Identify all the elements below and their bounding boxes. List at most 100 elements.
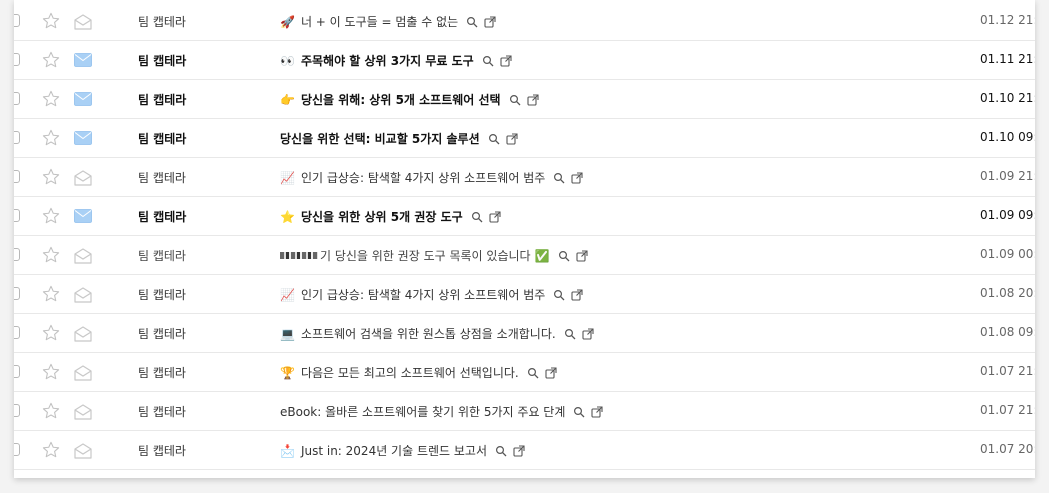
open-in-new-window-icon[interactable] <box>571 171 583 184</box>
email-row[interactable]: 팀 캡테라 📈 인기 급상승: 탐색할 4가지 상위 소프트웨어 범주 01.09 … <box>14 158 1035 197</box>
star-icon[interactable] <box>41 89 61 109</box>
email-list: 팀 캡테라 🚀 너 + 이 도구들 = 멈출 수 없는 01.12 21:57 팀 … <box>14 0 1035 478</box>
search-icon[interactable] <box>573 406 585 418</box>
sender-text: 팀 캡테라 <box>138 444 186 458</box>
email-subject[interactable]: 🏆 다음은 모든 최고의 소프트웨어 선택입니다. <box>280 364 557 381</box>
email-subject[interactable]: 🚀 너 + 이 도구들 = 멈출 수 없는 <box>280 13 496 30</box>
select-checkbox[interactable] <box>14 248 20 261</box>
read-mail-icon[interactable] <box>74 404 92 420</box>
email-row[interactable]: 팀 캡테라 👉 당신을 위해: 상위 5개 소프트웨어 선택 01.10 21:50 <box>14 80 1035 119</box>
sender-name[interactable]: 팀 캡테라 <box>138 91 186 108</box>
sender-name[interactable]: 팀 캡테라 <box>138 442 186 459</box>
star-icon[interactable] <box>41 362 61 382</box>
email-subject[interactable]: 👉 당신을 위해: 상위 5개 소프트웨어 선택 <box>280 91 539 108</box>
search-icon[interactable] <box>471 211 483 223</box>
email-date: 01.09 09:09 <box>980 208 1035 222</box>
email-row[interactable]: 팀 캡테라 💻 소프트웨어 검색을 위한 원스톱 상점을 소개합니다. 01.08 … <box>14 314 1035 353</box>
email-subject[interactable]: 📈 인기 급상승: 탐색할 4가지 상위 소프트웨어 범주 <box>280 286 583 303</box>
read-mail-icon[interactable] <box>74 14 92 30</box>
sender-text: 팀 캡테라 <box>138 249 186 263</box>
search-icon[interactable] <box>553 289 565 301</box>
email-subject[interactable]: ⭐ 당신을 위한 상위 5개 권장 도구 <box>280 208 501 225</box>
star-icon[interactable] <box>41 50 61 70</box>
search-icon[interactable] <box>564 328 576 340</box>
open-in-new-window-icon[interactable] <box>513 444 525 457</box>
unread-mail-icon[interactable] <box>74 92 92 106</box>
sender-name[interactable]: 팀 캡테라 <box>138 13 186 30</box>
star-icon[interactable] <box>41 245 61 265</box>
search-icon[interactable] <box>553 172 565 184</box>
search-icon[interactable] <box>482 55 494 67</box>
star-icon[interactable] <box>41 167 61 187</box>
select-checkbox[interactable] <box>14 326 20 339</box>
select-checkbox[interactable] <box>14 209 20 222</box>
email-subject[interactable]: 👀 주목해야 할 상위 3가지 무료 도구 <box>280 52 512 69</box>
read-mail-icon[interactable] <box>74 443 92 459</box>
star-icon[interactable] <box>41 284 61 304</box>
open-in-new-window-icon[interactable] <box>500 54 512 67</box>
email-row[interactable]: 팀 캡테라 👀 주목해야 할 상위 3가지 무료 도구 01.11 21:50 <box>14 41 1035 80</box>
email-subject[interactable]: 📩 Just in: 2024년 기술 트렌드 보고서 <box>280 442 525 459</box>
search-icon[interactable] <box>495 445 507 457</box>
open-in-new-window-icon[interactable] <box>527 93 539 106</box>
star-icon[interactable] <box>41 128 61 148</box>
email-row[interactable]: 팀 캡테라 ⭐ 당신을 위한 상위 5개 권장 도구 01.09 09:09 <box>14 197 1035 236</box>
select-checkbox[interactable] <box>14 170 20 183</box>
search-icon[interactable] <box>466 16 478 28</box>
email-row[interactable]: 팀 캡테라 기 당신을 위한 권장 도구 목록이 있습니다✅ 01.09 00:3 <box>14 236 1035 275</box>
open-in-new-window-icon[interactable] <box>571 288 583 301</box>
sender-name[interactable]: 팀 캡테라 <box>138 286 186 303</box>
unread-mail-icon[interactable] <box>74 131 92 145</box>
email-row[interactable]: 팀 캡테라 🚀 너 + 이 도구들 = 멈출 수 없는 01.12 21:57 <box>14 2 1035 41</box>
open-in-new-window-icon[interactable] <box>484 15 496 28</box>
open-in-new-window-icon[interactable] <box>591 405 603 418</box>
select-checkbox[interactable] <box>14 131 20 144</box>
unread-mail-icon[interactable] <box>74 53 92 67</box>
sender-name[interactable]: 팀 캡테라 <box>138 208 186 225</box>
email-row[interactable]: 팀 캡테라 당신을 위한 선택: 비교할 5가지 솔루션 01.10 09:09 <box>14 119 1035 158</box>
star-icon[interactable] <box>41 401 61 421</box>
read-mail-icon[interactable] <box>74 248 92 264</box>
search-icon[interactable] <box>509 94 521 106</box>
sender-name[interactable]: 팀 캡테라 <box>138 325 186 342</box>
sender-name[interactable]: 팀 캡테라 <box>138 364 186 381</box>
email-subject[interactable]: 당신을 위한 선택: 비교할 5가지 솔루션 <box>280 130 518 147</box>
sender-name[interactable]: 팀 캡테라 <box>138 169 186 186</box>
read-mail-icon[interactable] <box>74 326 92 342</box>
select-checkbox[interactable] <box>14 443 20 456</box>
star-icon[interactable] <box>41 11 61 31</box>
select-checkbox[interactable] <box>14 92 20 105</box>
select-checkbox[interactable] <box>14 14 20 27</box>
open-in-new-window-icon[interactable] <box>545 366 557 379</box>
email-row[interactable]: 팀 캡테라 eBook: 올바른 소프트웨어를 찾기 위한 5가지 주요 단계 0… <box>14 392 1035 431</box>
star-icon[interactable] <box>41 440 61 460</box>
read-mail-icon[interactable] <box>74 365 92 381</box>
email-subject[interactable]: eBook: 올바른 소프트웨어를 찾기 위한 5가지 주요 단계 <box>280 403 603 420</box>
read-mail-icon[interactable] <box>74 170 92 186</box>
sender-name[interactable]: 팀 캡테라 <box>138 247 186 264</box>
sender-name[interactable]: 팀 캡테라 <box>138 130 186 147</box>
open-in-new-window-icon[interactable] <box>582 327 594 340</box>
open-in-new-window-icon[interactable] <box>489 210 501 223</box>
read-mail-icon[interactable] <box>74 287 92 303</box>
unread-mail-icon[interactable] <box>74 209 92 223</box>
search-icon[interactable] <box>488 133 500 145</box>
search-icon[interactable] <box>558 250 570 262</box>
email-subject[interactable]: 📈 인기 급상승: 탐색할 4가지 상위 소프트웨어 범주 <box>280 169 583 186</box>
select-checkbox[interactable] <box>14 365 20 378</box>
sender-name[interactable]: 팀 캡테라 <box>138 403 186 420</box>
email-subject[interactable]: 기 당신을 위한 권장 도구 목록이 있습니다 ✅ <box>280 247 588 264</box>
select-checkbox[interactable] <box>14 53 20 66</box>
email-row[interactable]: 팀 캡테라 🏆 다음은 모든 최고의 소프트웨어 선택입니다. 01.07 21:2… <box>14 353 1035 392</box>
star-icon[interactable] <box>41 323 61 343</box>
select-checkbox[interactable] <box>14 287 20 300</box>
select-checkbox[interactable] <box>14 404 20 417</box>
star-icon[interactable] <box>41 206 61 226</box>
email-row[interactable]: 팀 캡테라 📩 Just in: 2024년 기술 트렌드 보고서 01.07 20… <box>14 431 1035 470</box>
sender-name[interactable]: 팀 캡테라 <box>138 52 186 69</box>
email-row[interactable]: 팀 캡테라 📈 인기 급상승: 탐색할 4가지 상위 소프트웨어 범주 01.08 … <box>14 275 1035 314</box>
open-in-new-window-icon[interactable] <box>575 249 588 262</box>
open-in-new-window-icon[interactable] <box>506 132 518 145</box>
search-icon[interactable] <box>527 367 539 379</box>
email-subject[interactable]: 💻 소프트웨어 검색을 위한 원스톱 상점을 소개합니다. <box>280 325 594 342</box>
